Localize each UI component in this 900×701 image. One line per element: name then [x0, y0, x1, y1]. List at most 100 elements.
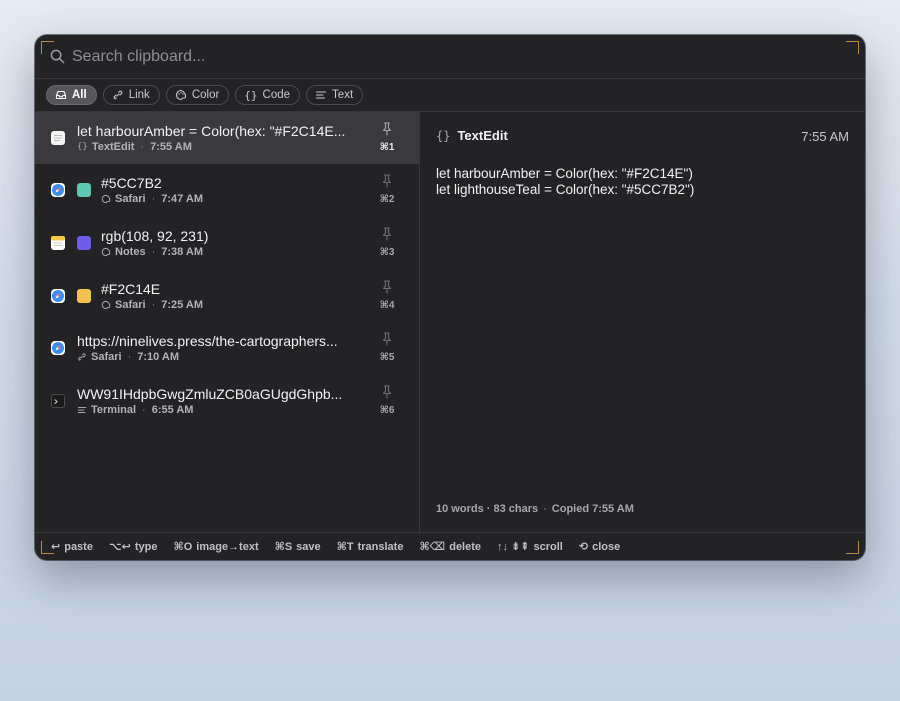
preview-line: let harbourAmber = Color(hex: "#F2C14E"): [436, 166, 693, 181]
escape-icon: ⟲: [578, 541, 589, 553]
preview-header: {} TextEdit: [436, 128, 508, 143]
filter-color[interactable]: Color: [165, 85, 230, 105]
hint-label: translate: [357, 540, 404, 553]
pin-icon[interactable]: [381, 174, 393, 188]
safari-app-icon: [51, 289, 65, 303]
hint-label: image→text: [196, 540, 259, 553]
preview-stats: 10 words · 83 chars · Copied 7:55 AM: [436, 503, 634, 515]
pin-icon[interactable]: [381, 227, 393, 241]
type-hint[interactable]: ⌥↩ type: [108, 540, 158, 554]
item-time: 6:55 AM: [151, 404, 194, 416]
item-app: Terminal: [91, 404, 137, 416]
image-to-text-hint[interactable]: ⌘O image→text: [173, 540, 259, 554]
item-shortcut: ⌘4: [379, 300, 395, 311]
word-char-count: 10 words · 83 chars: [436, 503, 539, 515]
option-return-key-icon: ⌥↩: [108, 541, 131, 553]
pin-icon[interactable]: [381, 385, 393, 399]
text-lines-icon: [77, 407, 87, 413]
link-icon: [113, 90, 123, 100]
item-time: 7:25 AM: [161, 299, 204, 311]
pin-icon[interactable]: [381, 280, 393, 294]
hint-label: scroll: [533, 540, 563, 553]
paste-hint[interactable]: ↩ paste: [51, 540, 93, 554]
safari-app-icon: [51, 183, 65, 197]
hint-label: paste: [64, 540, 93, 553]
item-shortcut: ⌘6: [379, 405, 395, 416]
list-item[interactable]: https://ninelives.press/the-cartographer…: [35, 322, 419, 374]
separator: ·: [127, 351, 132, 363]
delete-key-icon: ⌘⌫: [419, 541, 446, 553]
notes-app-icon: [51, 236, 65, 250]
safari-app-icon: [51, 341, 65, 355]
command-key-icon: ⌘O: [173, 541, 193, 553]
palette-icon: [101, 300, 111, 310]
hint-label: save: [296, 540, 321, 553]
hint-label: type: [134, 540, 158, 553]
scroll-hint[interactable]: ↑↓ ⇟⇞ scroll: [497, 540, 563, 554]
copied-time: Copied 7:55 AM: [551, 503, 634, 515]
save-hint[interactable]: ⌘S save: [274, 540, 321, 554]
item-app: TextEdit: [91, 141, 135, 153]
item-app: Safari: [91, 351, 122, 363]
search-icon: [50, 49, 65, 64]
search-input[interactable]: [72, 44, 832, 70]
link-icon: [78, 353, 86, 361]
text-lines-icon: [315, 91, 327, 99]
separator: ·: [140, 141, 145, 153]
item-shortcut: ⌘2: [379, 194, 395, 205]
preview-pane: {} TextEdit 7:55 AM let harbourAmber = C…: [420, 112, 865, 532]
arrow-keys-icon: ↑↓ ⇟⇞: [497, 541, 530, 553]
command-key-icon: ⌘T: [336, 541, 354, 553]
palette-icon: [101, 247, 111, 257]
terminal-app-icon: [51, 394, 65, 408]
pin-icon[interactable]: [381, 332, 393, 346]
preview-time: 7:55 AM: [801, 129, 849, 144]
list-item[interactable]: #5CC7B2 Safari · 7:47 AM ⌘2: [35, 164, 419, 216]
separator: ·: [151, 246, 156, 258]
list-item[interactable]: let harbourAmber = Color(hex: "#F2C14E..…: [35, 112, 419, 164]
pin-icon[interactable]: [381, 122, 393, 136]
filter-label: Link: [128, 89, 150, 101]
item-title: https://ninelives.press/the-cartographer…: [77, 333, 338, 349]
search-bar: [35, 35, 865, 79]
item-app: Notes: [115, 246, 146, 258]
hint-label: delete: [449, 540, 482, 553]
filter-link[interactable]: Link: [102, 85, 160, 105]
shortcut-bar: ↩ paste ⌥↩ type ⌘O image→text ⌘S save ⌘T tran…: [35, 532, 865, 560]
palette-icon: [175, 89, 186, 101]
list-item[interactable]: WW91IHdpbGwgZmluZCB0aGUgdGhpb... Termina…: [35, 375, 419, 427]
palette-icon: [101, 194, 111, 204]
braces-icon: {}: [77, 142, 88, 152]
filter-code[interactable]: {} Code: [235, 85, 301, 105]
list-item[interactable]: rgb(108, 92, 231) Notes · 7:38 AM ⌘3: [35, 217, 419, 269]
braces-icon: {}: [436, 128, 451, 143]
item-time: 7:38 AM: [161, 246, 204, 258]
item-app: Safari: [115, 193, 146, 205]
clipboard-list: let harbourAmber = Color(hex: "#F2C14E..…: [35, 112, 419, 532]
item-meta: {} TextEdit · 7:55 AM: [77, 141, 192, 153]
item-title: #5CC7B2: [101, 175, 162, 191]
textedit-app-icon: [51, 131, 65, 145]
separator: ·: [151, 193, 156, 205]
color-swatch: [77, 236, 91, 250]
delete-hint[interactable]: ⌘⌫ delete: [419, 540, 482, 554]
preview-line: let lighthouseTeal = Color(hex: "#5CC7B2…: [436, 182, 695, 197]
tray-icon: [55, 90, 67, 100]
separator: ·: [142, 404, 146, 416]
separator: ·: [151, 299, 156, 311]
item-time: 7:10 AM: [137, 351, 180, 363]
preview-content[interactable]: let harbourAmber = Color(hex: "#F2C14E")…: [436, 166, 694, 198]
translate-hint[interactable]: ⌘T translate: [336, 540, 404, 554]
preview-app: TextEdit: [457, 128, 508, 143]
color-swatch: [77, 183, 91, 197]
filter-all[interactable]: All: [46, 85, 97, 105]
close-hint[interactable]: ⟲ close: [578, 540, 620, 554]
command-key-icon: ⌘S: [274, 541, 293, 553]
item-time: 7:47 AM: [161, 193, 204, 205]
filter-bar: All Link Color {} Code Text: [46, 85, 364, 107]
list-item[interactable]: #F2C14E Safari · 7:25 AM ⌘4: [35, 270, 419, 322]
item-title: #F2C14E: [101, 281, 161, 297]
item-time: 7:55 AM: [150, 141, 192, 153]
filter-text[interactable]: Text: [306, 85, 364, 105]
filter-label: Text: [332, 89, 354, 101]
